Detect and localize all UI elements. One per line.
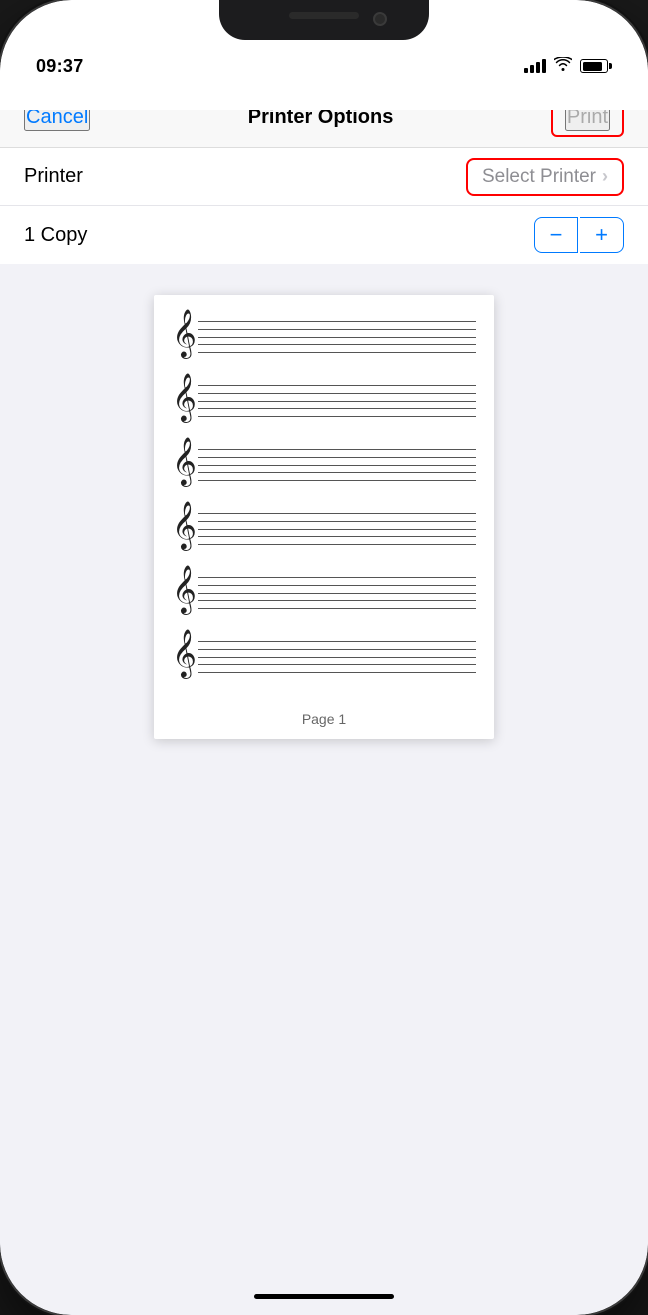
music-staff-4: 𝄞 <box>172 507 476 551</box>
home-indicator[interactable] <box>254 1294 394 1299</box>
printer-value-wrapper: Select Printer › <box>466 158 624 196</box>
treble-clef-3: 𝄞 <box>172 441 197 483</box>
copy-controls: − + <box>534 217 624 253</box>
staff-line <box>198 401 476 402</box>
music-staff-1: 𝄞 <box>172 315 476 359</box>
music-staff-3: 𝄞 <box>172 443 476 487</box>
select-printer-button[interactable]: Select Printer › <box>466 158 624 196</box>
screen: 09:37 <box>0 0 648 1315</box>
staff-line <box>198 593 476 594</box>
treble-clef-1: 𝄞 <box>172 313 197 355</box>
page-preview: 𝄞 𝄞 <box>154 295 494 739</box>
staff-line <box>198 457 476 458</box>
staff-line <box>198 649 476 650</box>
signal-bar-1 <box>524 68 528 73</box>
increment-copy-button[interactable]: + <box>580 217 624 253</box>
phone-frame: 09:37 <box>0 0 648 1315</box>
signal-bars-icon <box>524 59 546 73</box>
camera <box>373 12 387 26</box>
speaker <box>289 12 359 19</box>
staff-line <box>198 536 476 537</box>
staff-line <box>198 393 476 394</box>
wifi-icon <box>554 57 572 76</box>
treble-clef-6: 𝄞 <box>172 633 197 675</box>
staff-line <box>198 600 476 601</box>
staff-line <box>198 321 476 322</box>
staff-line <box>198 465 476 466</box>
staff-line <box>198 513 476 514</box>
notch <box>219 0 429 40</box>
copy-label: 1 Copy <box>24 224 87 247</box>
decrement-copy-button[interactable]: − <box>534 217 578 253</box>
treble-clef-5: 𝄞 <box>172 569 197 611</box>
music-staff-6: 𝄞 <box>172 635 476 679</box>
signal-bar-3 <box>536 62 540 73</box>
staff-line <box>198 585 476 586</box>
staff-line <box>198 385 476 386</box>
staff-line <box>198 657 476 658</box>
staff-line <box>198 672 476 673</box>
staff-line <box>198 449 476 450</box>
music-staff-2: 𝄞 <box>172 379 476 423</box>
staff-line <box>198 529 476 530</box>
status-time: 09:37 <box>36 56 84 77</box>
treble-clef-4: 𝄞 <box>172 505 197 547</box>
staff-line <box>198 416 476 417</box>
staff-line <box>198 337 476 338</box>
staff-line <box>198 408 476 409</box>
staff-line <box>198 521 476 522</box>
page-preview-area: 𝄞 𝄞 <box>0 265 648 769</box>
status-icons <box>524 57 612 76</box>
signal-bar-2 <box>530 65 534 73</box>
staff-line <box>198 577 476 578</box>
treble-clef-2: 𝄞 <box>172 377 197 419</box>
battery-icon <box>580 59 612 73</box>
select-printer-text: Select Printer <box>482 166 596 188</box>
staff-line <box>198 544 476 545</box>
staff-line <box>198 608 476 609</box>
staff-line <box>198 352 476 353</box>
copy-row: 1 Copy − + <box>0 206 648 264</box>
music-staff-5: 𝄞 <box>172 571 476 615</box>
signal-bar-4 <box>542 59 546 73</box>
staff-line <box>198 344 476 345</box>
staff-line <box>198 472 476 473</box>
printer-row: Printer Select Printer › <box>0 148 648 206</box>
status-bar: 09:37 <box>0 44 648 88</box>
page-label: Page 1 <box>302 711 346 727</box>
staff-line <box>198 641 476 642</box>
options-section: Printer Select Printer › 1 Copy − + <box>0 148 648 264</box>
staff-line <box>198 664 476 665</box>
staff-line <box>198 480 476 481</box>
main-content: Printer Select Printer › 1 Copy − + <box>0 148 648 1315</box>
chevron-right-icon: › <box>602 166 608 187</box>
staff-line <box>198 329 476 330</box>
printer-label: Printer <box>24 165 83 188</box>
